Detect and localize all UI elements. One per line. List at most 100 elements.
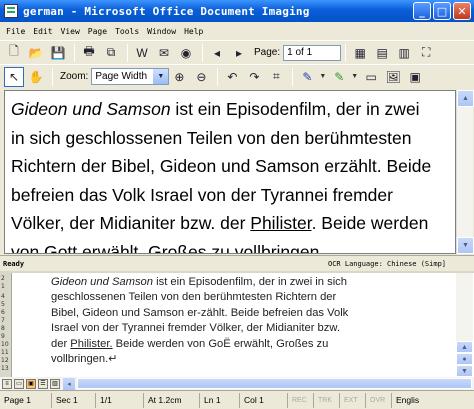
rectangle-icon[interactable]: ▣ (405, 67, 425, 87)
save-icon[interactable]: 💾 (48, 43, 68, 63)
insert-picture-icon[interactable]: 🖼 (383, 67, 403, 87)
previous-page-icon[interactable]: ▲ (456, 341, 473, 353)
minimize-button[interactable]: _ (413, 2, 431, 20)
text-box-icon[interactable]: ▭ (361, 67, 381, 87)
annotation-toolbar: ↖ ✋ Zoom: Page Width ▼ ⊕ ⊖ ↶ ↷ ⌗ ✎ ▼ ✎ ▼… (0, 64, 474, 88)
scroll-browse-buttons: ▲ ● ▼ (456, 341, 473, 377)
print-layout-icon[interactable]: ▣ (26, 378, 36, 389)
menu-view[interactable]: View (57, 27, 84, 36)
ruler-mark: 8 (1, 325, 5, 332)
ruler-mark: 5 (1, 301, 5, 308)
status-ovr[interactable]: OVR (366, 392, 392, 408)
menu-tools[interactable]: Tools (111, 27, 143, 36)
text-line: ist ein Episodenfilm, der in zwei in sic… (153, 276, 348, 288)
menu-page[interactable]: Page (84, 27, 111, 36)
status-language: Englis (396, 395, 420, 405)
normal-view-icon[interactable]: ≡ (2, 378, 12, 389)
document-text: Gideon und Samson ist ein Episodenfilm, … (11, 95, 449, 254)
email-icon[interactable]: ✉ (154, 43, 174, 63)
text-line: ist ein Episodenfilm, der in zwei (170, 99, 420, 119)
outline-view-icon[interactable]: ☰ (38, 378, 48, 389)
zoom-label: Zoom: (60, 71, 89, 82)
reading-layout-icon[interactable]: ▥ (50, 378, 60, 389)
scroll-down-icon[interactable]: ▼ (457, 237, 474, 254)
zoom-select[interactable]: Page Width ▼ (91, 68, 170, 85)
status-section: Sec 1 (52, 392, 96, 408)
reading-view-icon[interactable]: ▥ (394, 43, 414, 63)
document-view[interactable]: Gideon und Samson ist ein Episodenfilm, … (4, 90, 456, 254)
ruler-mark: 12 (1, 357, 9, 364)
zoom-in-icon[interactable]: ⊕ (169, 67, 189, 87)
status-pages: 1/1 (96, 392, 144, 408)
page-label: Page: (254, 47, 281, 58)
vertical-ruler: 2 1 4 5 6 7 8 9 10 11 12 13 (0, 273, 12, 377)
previous-page-icon[interactable]: ◂ (207, 43, 227, 63)
title-bar: german - Microsoft Office Document Imagi… (0, 0, 474, 22)
page-field[interactable]: 1 of 1 (283, 44, 342, 61)
maximize-button[interactable]: □ (433, 2, 451, 20)
word-vertical-scrollbar[interactable]: ▲ ● ▼ (456, 273, 473, 377)
status-at: At 1.2cm (144, 392, 200, 408)
word-status-bar: Page 1 Sec 1 1/1 At 1.2cm Ln 1 Col 1 REC… (0, 390, 474, 409)
scroll-left-icon[interactable]: ◂ (63, 377, 75, 390)
ruler-mark: 1 (1, 283, 5, 290)
select-pointer-icon[interactable]: ↖ (4, 66, 24, 87)
text-line: . Beide werden (311, 213, 429, 234)
status-line: Ln 1 (200, 392, 240, 408)
text-line: der (51, 337, 71, 350)
rotate-left-icon[interactable]: ↶ (222, 67, 242, 87)
text-line: geschlossenen Teilen von den berühmteste… (51, 291, 337, 304)
separator (217, 67, 219, 86)
text-line: von Gott erwählt, Großes zu vollbringen. (11, 241, 325, 254)
menu-window[interactable]: Window (143, 27, 180, 36)
horizontal-scroll-thumb[interactable] (77, 378, 472, 389)
highlighter-dropdown-icon[interactable]: ▼ (351, 73, 358, 80)
scroll-up-icon[interactable]: ▲ (457, 90, 474, 107)
status-column: Col 1 (240, 392, 288, 408)
rotate-right-icon[interactable]: ↷ (244, 67, 264, 87)
pen-dropdown-icon[interactable]: ▼ (319, 73, 326, 80)
text-line: Bibel, Gideon und Samson er-zählt. Beide… (51, 306, 349, 319)
text-line: vollbringen.↵ (51, 353, 118, 366)
copy-icon[interactable]: ⧉ (101, 43, 121, 63)
status-ready: Ready (3, 259, 25, 268)
highlighter-icon[interactable]: ✎ (329, 67, 349, 87)
ocr-language: OCR Language: Chinese (Simp] (328, 259, 447, 268)
hand-pan-icon[interactable]: ✋ (26, 67, 46, 87)
menu-help[interactable]: Help (180, 27, 207, 36)
standard-toolbar: 🗋 📂 💾 🖶 ⧉ W ✉ ◉ ◂ ▸ Page: 1 of 1 ▦ ▤ ▥ ⛶ (0, 40, 474, 64)
pen-icon[interactable]: ✎ (297, 67, 317, 87)
send-to-word-icon[interactable]: W (132, 43, 152, 63)
text-line: Richtern der Bibel, Gideon und Samson er… (11, 156, 432, 177)
page-view-icon[interactable]: ▤ (372, 43, 392, 63)
text-line: Völker, der Midianiter bzw. der (11, 213, 251, 234)
app-icon[interactable] (4, 4, 18, 18)
next-page-icon[interactable]: ▸ (229, 43, 249, 63)
word-window: 2 1 4 5 6 7 8 9 10 11 12 13 Gideon und S… (0, 271, 474, 409)
horizontal-scroll-row: ≡ ▭ ▣ ☰ ▥ ◂ (0, 377, 474, 390)
underlined-word: Philister (250, 213, 312, 234)
full-screen-icon[interactable]: ⛶ (416, 43, 436, 63)
status-ext[interactable]: EXT (340, 392, 366, 408)
menu-file[interactable]: File (2, 27, 29, 36)
separator (292, 67, 294, 86)
vertical-scrollbar[interactable]: ▲ ▼ (456, 90, 474, 254)
recognize-text-icon[interactable]: ◉ (176, 43, 196, 63)
window-controls: _ □ ✕ (413, 2, 471, 20)
menu-edit[interactable]: Edit (29, 27, 56, 36)
select-text-icon[interactable]: ⌗ (266, 67, 286, 87)
status-rec[interactable]: REC (288, 392, 314, 408)
thumbnails-icon[interactable]: ▦ (350, 43, 370, 63)
status-trk[interactable]: TRK (314, 392, 340, 408)
next-page-icon[interactable]: ▼ (456, 365, 473, 377)
word-document-text[interactable]: Gideon und Samson ist ein Episodenfilm, … (51, 275, 451, 367)
text-line: Israel von der Tyrannei fremder Völker, … (51, 322, 340, 335)
close-button[interactable]: ✕ (453, 2, 471, 20)
new-icon[interactable]: 🗋 (4, 43, 24, 63)
chevron-down-icon[interactable]: ▼ (153, 69, 169, 84)
select-browse-object-icon[interactable]: ● (456, 353, 473, 365)
print-icon[interactable]: 🖶 (79, 43, 99, 63)
zoom-out-icon[interactable]: ⊖ (191, 67, 211, 87)
web-layout-icon[interactable]: ▭ (14, 378, 24, 389)
open-icon[interactable]: 📂 (26, 43, 46, 63)
